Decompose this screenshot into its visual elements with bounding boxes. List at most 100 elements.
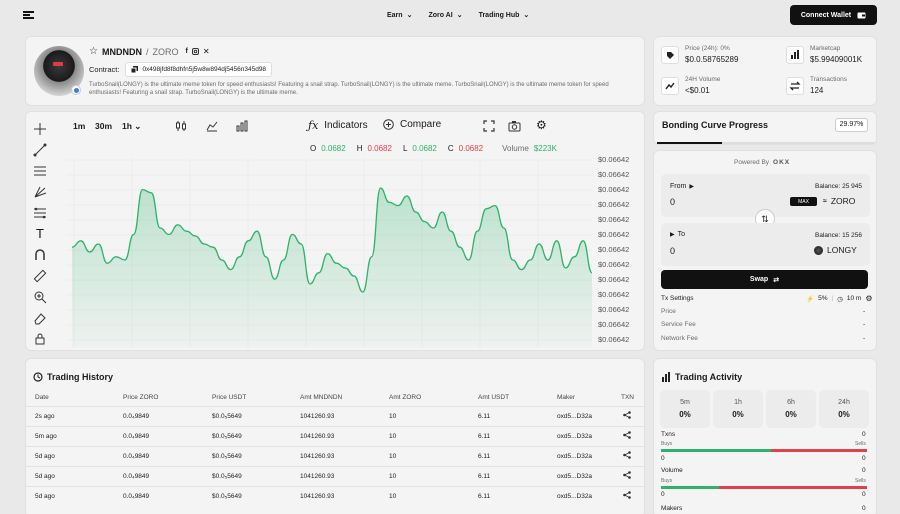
horizontal-lines-icon[interactable]	[33, 164, 47, 178]
share-icon[interactable]	[623, 471, 631, 481]
x-twitter-icon[interactable]: ✕	[203, 47, 210, 56]
table-cell: 0.0₄9849	[123, 433, 150, 440]
table-cell: 1041260.93	[300, 453, 335, 460]
magnet-icon[interactable]	[33, 248, 47, 262]
chevron-down-icon: ⌄	[456, 12, 463, 19]
share-icon[interactable]	[623, 451, 631, 461]
ohlc-o-value: 0.0682	[321, 144, 346, 153]
crosshair-icon[interactable]	[33, 122, 47, 136]
trading-history-title: Trading History	[47, 372, 114, 382]
contract-address: 0x498jfd8f8dhfn5j5w8w894dj5456n345d98	[142, 66, 267, 73]
table-cell: 6.11	[478, 473, 491, 480]
table-cell: 5d ago	[35, 473, 55, 480]
timeframe-1h[interactable]: 1h ⌄	[122, 121, 141, 132]
price-axis-tick: $0.06642	[598, 215, 630, 224]
max-button[interactable]: MAX	[790, 197, 817, 206]
zoom-in-icon[interactable]	[33, 290, 47, 304]
connect-wallet-label: Connect Wallet	[800, 11, 852, 19]
star-icon[interactable]: ☆	[89, 46, 98, 57]
token-info-card: ☆ MNDNDN / ZORO f ✕ Contract: 0x498jfd8f…	[25, 36, 645, 106]
copy-icon[interactable]	[131, 66, 139, 73]
share-icon[interactable]	[623, 411, 631, 421]
table-cell: 10	[389, 433, 397, 440]
fullscreen-icon[interactable]	[483, 120, 495, 132]
table-cell[interactable]: oxd5...D32a	[557, 433, 592, 440]
lock-icon[interactable]	[33, 332, 47, 346]
period-label: 1h	[734, 399, 742, 406]
settings-gear-icon[interactable]: ⚙	[865, 294, 872, 303]
column-header: Date	[35, 394, 49, 401]
indicators-button[interactable]: ƒx Indicators	[308, 119, 368, 132]
txns-ratio-bar	[661, 449, 867, 452]
period-1h[interactable]: 1h 0%	[713, 390, 763, 428]
table-row[interactable]	[25, 486, 645, 506]
table-row[interactable]	[25, 426, 645, 446]
txns-sell-fill	[771, 449, 867, 452]
column-header: Price USDT	[212, 394, 247, 401]
share-icon[interactable]	[623, 491, 631, 501]
from-amount-input[interactable]: 0	[670, 197, 675, 207]
menu-icon[interactable]	[23, 11, 34, 19]
share-icon[interactable]	[623, 431, 631, 441]
price-value: $0.0.58765289	[685, 55, 739, 64]
lightning-icon: ⚡	[806, 295, 815, 303]
table-cell: $0.0₅5649	[212, 493, 242, 500]
table-cell: $0.0₅5649	[212, 473, 242, 480]
eraser-icon[interactable]	[33, 311, 47, 325]
settings-gear-icon[interactable]: ⚙	[536, 119, 547, 132]
swap-button[interactable]: Swap ⇄	[661, 270, 868, 289]
bar-chart-icon[interactable]	[236, 120, 248, 132]
nav-trading-hub[interactable]: Trading Hub ⌄	[479, 11, 530, 20]
ruler-icon[interactable]	[33, 269, 47, 283]
compare-button[interactable]: Compare	[383, 119, 441, 130]
instagram-icon[interactable]	[191, 48, 199, 55]
txns-sells-count: 0	[862, 455, 866, 462]
table-row[interactable]	[25, 406, 645, 426]
line-chart-icon[interactable]	[206, 120, 218, 132]
table-cell: 1041260.93	[300, 493, 335, 500]
fib-retracement-icon[interactable]	[33, 206, 47, 220]
period-5m[interactable]: 5m 0%	[660, 390, 710, 428]
from-label: From	[670, 183, 687, 190]
tx-settings-values[interactable]: ⚡ 5% | ◷ 10 m ⚙	[806, 294, 873, 303]
volume-sell-fill	[719, 486, 867, 489]
volume-sells-label: Sells	[855, 478, 866, 484]
camera-icon[interactable]	[508, 120, 521, 132]
nav-earn[interactable]: Earn ⌄	[387, 11, 412, 20]
bonding-curve-percent: 29.97%	[835, 118, 868, 132]
column-header: Amt MNDNDN	[300, 394, 343, 401]
table-cell[interactable]: oxd5...D32a	[557, 413, 592, 420]
longy-token-icon	[814, 245, 823, 255]
trend-line-icon[interactable]	[33, 143, 47, 157]
to-amount-input[interactable]: 0	[670, 246, 675, 256]
pitchfork-icon[interactable]	[33, 185, 47, 199]
facebook-icon[interactable]: f	[185, 48, 187, 55]
candlestick-icon[interactable]	[175, 120, 187, 132]
table-row[interactable]	[25, 446, 645, 466]
table-row[interactable]	[25, 466, 645, 486]
okx-logo: OKX	[773, 159, 791, 166]
price-area-chart[interactable]	[66, 158, 592, 348]
table-cell[interactable]: oxd5...D32a	[557, 473, 592, 480]
chevron-down-icon: ⌄	[523, 12, 530, 19]
period-24h[interactable]: 24h 0%	[819, 390, 869, 428]
timeframe-30m[interactable]: 30m	[95, 121, 112, 131]
from-label-row: From ▶	[670, 183, 694, 190]
table-cell: 0.0₄9849	[123, 413, 150, 420]
text-tool-icon[interactable]: T	[33, 227, 47, 241]
ohlc-h-value: 0.0682	[367, 144, 392, 153]
table-cell[interactable]: oxd5...D32a	[557, 493, 592, 500]
period-6h[interactable]: 6h 0%	[766, 390, 816, 428]
contract-field[interactable]: 0x498jfd8f8dhfn5j5w8w894dj5456n345d98	[125, 62, 273, 77]
to-token-selector[interactable]: LONGY	[814, 245, 857, 255]
table-cell[interactable]: oxd5...D32a	[557, 453, 592, 460]
timeframe-1m[interactable]: 1m	[73, 121, 85, 131]
period-value: 0%	[679, 410, 691, 419]
ohlc-l-value: 0.0682	[412, 144, 437, 153]
connect-wallet-button[interactable]: Connect Wallet	[790, 5, 877, 25]
from-token-selector[interactable]: ≈ ZORO	[823, 196, 855, 206]
nav-zoro-ai-label: Zoro AI	[428, 11, 453, 19]
nav-zoro-ai[interactable]: Zoro AI ⌄	[428, 11, 463, 20]
play-arrow-icon: ▶	[689, 184, 694, 190]
from-token-label: ZORO	[830, 196, 856, 206]
